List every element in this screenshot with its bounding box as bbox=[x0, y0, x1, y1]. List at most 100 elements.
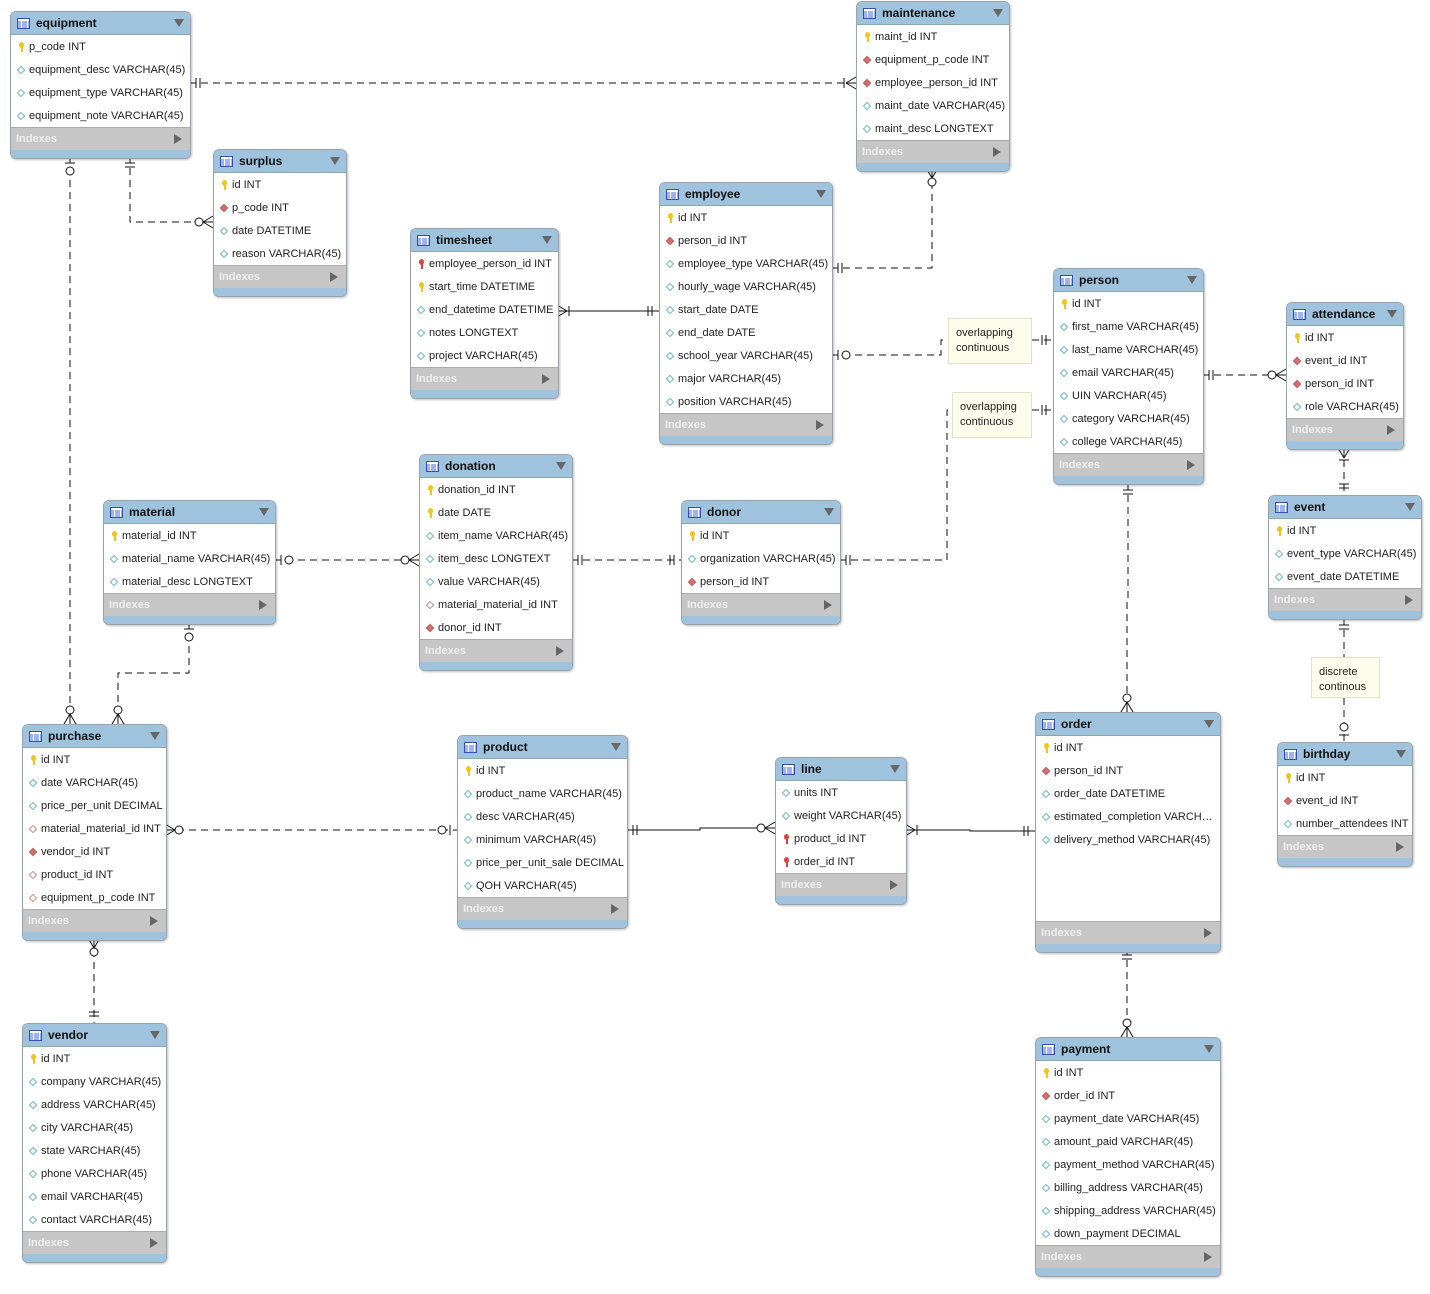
collapse-arrow-icon[interactable] bbox=[259, 508, 269, 516]
column-row[interactable]: material_material_id INT bbox=[23, 817, 166, 840]
column-row[interactable]: weight VARCHAR(45) bbox=[776, 804, 906, 827]
column-row[interactable]: address VARCHAR(45) bbox=[23, 1093, 166, 1116]
indexes-section[interactable]: Indexes bbox=[1036, 1245, 1220, 1268]
column-row[interactable]: order_id INT bbox=[776, 850, 906, 873]
table-header[interactable]: donor bbox=[682, 501, 840, 524]
column-row[interactable]: hourly_wage VARCHAR(45) bbox=[660, 275, 832, 298]
collapse-arrow-icon[interactable] bbox=[542, 236, 552, 244]
expand-arrow-icon[interactable] bbox=[1405, 595, 1413, 605]
column-row[interactable]: id INT bbox=[1054, 292, 1203, 315]
column-row[interactable]: item_name VARCHAR(45) bbox=[420, 524, 572, 547]
column-row[interactable]: shipping_address VARCHAR(45) bbox=[1036, 1199, 1220, 1222]
column-row[interactable]: order_date DATETIME bbox=[1036, 782, 1220, 805]
table-attendance[interactable]: attendance id INT event_id INT person_id IN… bbox=[1286, 302, 1404, 450]
indexes-section[interactable]: Indexes bbox=[1278, 835, 1412, 858]
table-header[interactable]: employee bbox=[660, 183, 832, 206]
indexes-section[interactable]: Indexes bbox=[660, 413, 832, 436]
column-row[interactable]: id INT bbox=[1036, 736, 1220, 759]
table-vendor[interactable]: vendor id INT company VARCHAR(45) address V… bbox=[22, 1023, 167, 1263]
indexes-section[interactable]: Indexes bbox=[104, 593, 275, 616]
table-header[interactable]: material bbox=[104, 501, 275, 524]
column-row[interactable]: material_desc LONGTEXT bbox=[104, 570, 275, 593]
indexes-section[interactable]: Indexes bbox=[682, 593, 840, 616]
column-row[interactable]: school_year VARCHAR(45) bbox=[660, 344, 832, 367]
column-row[interactable]: person_id INT bbox=[1036, 759, 1220, 782]
collapse-arrow-icon[interactable] bbox=[816, 190, 826, 198]
collapse-arrow-icon[interactable] bbox=[174, 19, 184, 27]
collapse-arrow-icon[interactable] bbox=[824, 508, 834, 516]
column-row[interactable]: equipment_note VARCHAR(45) bbox=[11, 104, 190, 127]
column-row[interactable]: p_code INT bbox=[214, 196, 346, 219]
column-row[interactable]: id INT bbox=[23, 748, 166, 771]
column-row[interactable]: donation_id INT bbox=[420, 478, 572, 501]
column-row[interactable]: donor_id INT bbox=[420, 616, 572, 639]
column-row[interactable]: person_id INT bbox=[1287, 372, 1403, 395]
column-row[interactable]: contact VARCHAR(45) bbox=[23, 1208, 166, 1231]
expand-arrow-icon[interactable] bbox=[556, 646, 564, 656]
column-row[interactable]: product_name VARCHAR(45) bbox=[458, 782, 627, 805]
column-row[interactable]: price_per_unit_sale DECIMAL bbox=[458, 851, 627, 874]
indexes-section[interactable]: Indexes bbox=[411, 367, 558, 390]
indexes-section[interactable]: Indexes bbox=[23, 1231, 166, 1254]
expand-arrow-icon[interactable] bbox=[1187, 460, 1195, 470]
column-row[interactable]: QOH VARCHAR(45) bbox=[458, 874, 627, 897]
collapse-arrow-icon[interactable] bbox=[890, 765, 900, 773]
column-row[interactable]: email VARCHAR(45) bbox=[1054, 361, 1203, 384]
collapse-arrow-icon[interactable] bbox=[1387, 310, 1397, 318]
table-header[interactable]: timesheet bbox=[411, 229, 558, 252]
table-header[interactable]: birthday bbox=[1278, 743, 1412, 766]
collapse-arrow-icon[interactable] bbox=[1396, 750, 1406, 758]
expand-arrow-icon[interactable] bbox=[542, 374, 550, 384]
indexes-section[interactable]: Indexes bbox=[458, 897, 627, 920]
column-row[interactable]: delivery_method VARCHAR(45) bbox=[1036, 828, 1220, 851]
table-donor[interactable]: donor id INT organization VARCHAR(45) perso… bbox=[681, 500, 841, 625]
column-row[interactable]: id INT bbox=[214, 173, 346, 196]
indexes-section[interactable]: Indexes bbox=[214, 265, 346, 288]
note-label[interactable]: overlapping continuous bbox=[948, 318, 1032, 364]
expand-arrow-icon[interactable] bbox=[1387, 425, 1395, 435]
column-row[interactable]: id INT bbox=[1036, 1061, 1220, 1084]
table-header[interactable]: payment bbox=[1036, 1038, 1220, 1061]
table-header[interactable]: vendor bbox=[23, 1024, 166, 1047]
column-row[interactable]: payment_method VARCHAR(45) bbox=[1036, 1153, 1220, 1176]
column-row[interactable]: position VARCHAR(45) bbox=[660, 390, 832, 413]
column-row[interactable]: maint_date VARCHAR(45) bbox=[857, 94, 1009, 117]
collapse-arrow-icon[interactable] bbox=[993, 9, 1003, 17]
column-row[interactable]: id INT bbox=[458, 759, 627, 782]
table-header[interactable]: product bbox=[458, 736, 627, 759]
table-header[interactable]: attendance bbox=[1287, 303, 1403, 326]
column-row[interactable]: category VARCHAR(45) bbox=[1054, 407, 1203, 430]
column-row[interactable]: state VARCHAR(45) bbox=[23, 1139, 166, 1162]
indexes-section[interactable]: Indexes bbox=[1287, 418, 1403, 441]
column-row[interactable]: id INT bbox=[682, 524, 840, 547]
table-donation[interactable]: donation donation_id INT date DATE item_nam… bbox=[419, 454, 573, 671]
indexes-section[interactable]: Indexes bbox=[420, 639, 572, 662]
column-row[interactable]: notes LONGTEXT bbox=[411, 321, 558, 344]
column-row[interactable]: date VARCHAR(45) bbox=[23, 771, 166, 794]
column-row[interactable]: id INT bbox=[1287, 326, 1403, 349]
expand-arrow-icon[interactable] bbox=[150, 916, 158, 926]
column-row[interactable]: estimated_completion VARCH… bbox=[1036, 805, 1220, 828]
expand-arrow-icon[interactable] bbox=[174, 134, 182, 144]
collapse-arrow-icon[interactable] bbox=[150, 732, 160, 740]
expand-arrow-icon[interactable] bbox=[816, 420, 824, 430]
column-row[interactable]: phone VARCHAR(45) bbox=[23, 1162, 166, 1185]
collapse-arrow-icon[interactable] bbox=[330, 157, 340, 165]
column-row[interactable]: p_code INT bbox=[11, 35, 190, 58]
column-row[interactable]: UIN VARCHAR(45) bbox=[1054, 384, 1203, 407]
column-row[interactable]: company VARCHAR(45) bbox=[23, 1070, 166, 1093]
note-label[interactable]: overlapping continuous bbox=[952, 392, 1032, 438]
column-row[interactable]: units INT bbox=[776, 781, 906, 804]
table-product[interactable]: product id INT product_name VARCHAR(45) des… bbox=[457, 735, 628, 929]
collapse-arrow-icon[interactable] bbox=[150, 1031, 160, 1039]
column-row[interactable]: equipment_desc VARCHAR(45) bbox=[11, 58, 190, 81]
indexes-section[interactable]: Indexes bbox=[776, 873, 906, 896]
expand-arrow-icon[interactable] bbox=[824, 600, 832, 610]
column-row[interactable]: project VARCHAR(45) bbox=[411, 344, 558, 367]
table-header[interactable]: person bbox=[1054, 269, 1203, 292]
table-header[interactable]: event bbox=[1269, 496, 1421, 519]
column-row[interactable]: down_payment DECIMAL bbox=[1036, 1222, 1220, 1245]
column-row[interactable]: desc VARCHAR(45) bbox=[458, 805, 627, 828]
column-row[interactable]: last_name VARCHAR(45) bbox=[1054, 338, 1203, 361]
table-birthday[interactable]: birthday id INT event_id INT number_attende… bbox=[1277, 742, 1413, 867]
